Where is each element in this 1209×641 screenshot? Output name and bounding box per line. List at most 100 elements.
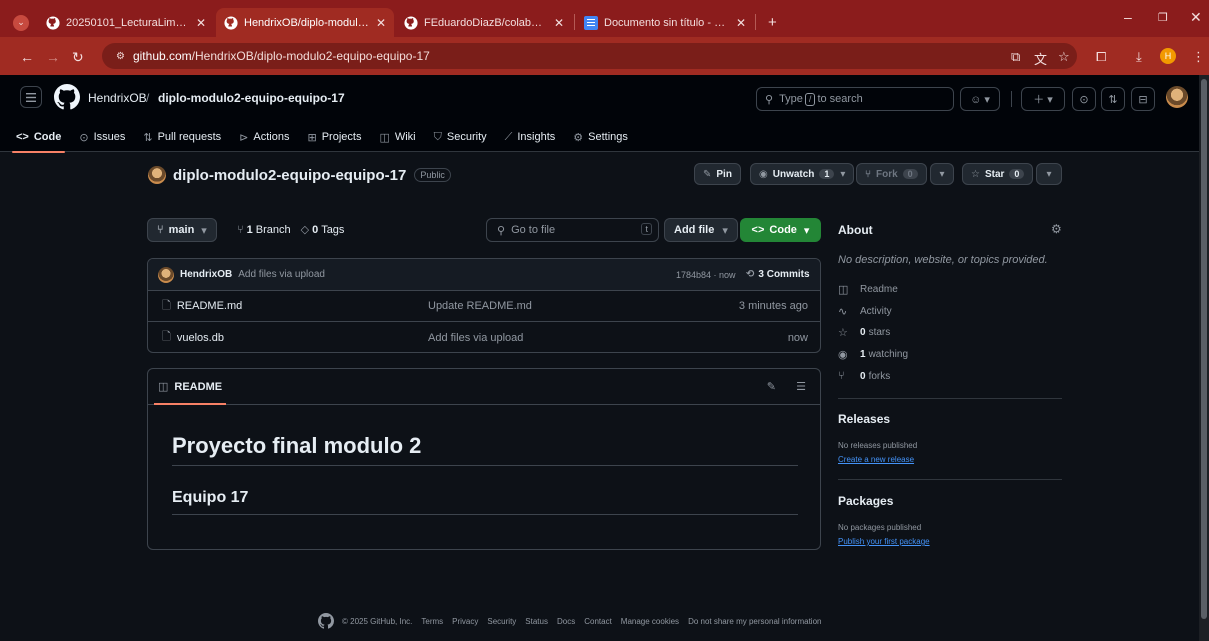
tab-actions[interactable]: ⊳ Actions	[239, 127, 289, 147]
star-count: 0	[1009, 169, 1025, 179]
star-button[interactable]: ☆ Star 0	[962, 163, 1034, 185]
github-logo-icon[interactable]	[54, 84, 80, 110]
profile-avatar[interactable]: H	[1160, 48, 1176, 64]
browser-tab-2[interactable]: HendrixOB/diplo-modulo2-equ ✕	[216, 8, 394, 37]
file-commit-message[interactable]: Update README.md	[428, 300, 532, 312]
issues-button[interactable]: ⊙	[1072, 87, 1096, 111]
tab-pull-requests[interactable]: ⇅ Pull requests	[143, 127, 221, 147]
close-window-icon[interactable]: ✕	[1190, 9, 1202, 26]
footer-link-contact[interactable]: Contact	[584, 617, 612, 626]
close-icon[interactable]: ✕	[554, 16, 564, 30]
tab-projects[interactable]: ⊞ Projects	[307, 127, 361, 147]
extensions-icon[interactable]: ⧠	[1096, 49, 1106, 65]
file-row[interactable]: 🗋 README.md Update README.md 3 minutes a…	[148, 291, 820, 322]
pin-label: Pin	[716, 168, 732, 180]
minimize-icon[interactable]: –	[1124, 9, 1132, 25]
footer-link-terms[interactable]: Terms	[421, 617, 443, 626]
create-release-link[interactable]: Create a new release	[838, 455, 914, 464]
branch-count[interactable]: 1	[247, 224, 253, 236]
commit-message[interactable]: Add files via upload	[238, 269, 325, 280]
footer-link-do-not-share[interactable]: Do not share my personal information	[688, 617, 821, 626]
scrollbar-thumb[interactable]	[1201, 79, 1207, 619]
tab-insights[interactable]: ⟋ Insights	[505, 127, 556, 147]
forks-link[interactable]: ⑂ 0 forks	[838, 370, 890, 382]
commit-hash-time[interactable]: 1784b84 · now	[676, 270, 736, 280]
stars-link[interactable]: ☆ 0 stars	[838, 326, 890, 339]
unwatch-button[interactable]: ◉ Unwatch 1 ▾	[750, 163, 855, 185]
footer-link-privacy[interactable]: Privacy	[452, 617, 478, 626]
tag-icon: ◇	[300, 224, 310, 236]
commit-author-avatar[interactable]	[158, 266, 174, 283]
repo-name[interactable]: diplo-modulo2-equipo-equipo-17	[173, 167, 406, 184]
translate-icon[interactable]: 文	[1034, 49, 1047, 68]
commits-link[interactable]: ⟲ 3 Commits	[746, 269, 810, 280]
user-avatar[interactable]	[1166, 86, 1188, 108]
list-unordered-icon[interactable]: ☰	[796, 380, 806, 393]
owner-avatar[interactable]	[148, 166, 166, 184]
bookmark-star-icon[interactable]: ☆	[1058, 49, 1070, 65]
new-tab-button[interactable]: +	[760, 8, 782, 37]
activity-link[interactable]: ∿ Activity	[838, 305, 892, 318]
close-icon[interactable]: ✕	[736, 16, 746, 30]
add-file-button[interactable]: Add file ▾	[664, 218, 738, 242]
readme-tab[interactable]: README	[174, 381, 222, 393]
watch-count: 1	[819, 169, 835, 179]
file-row[interactable]: 🗋 vuelos.db Add files via upload now	[148, 322, 820, 352]
browser-tab-3[interactable]: FEduardoDiazB/colaboracion-g ✕	[396, 8, 572, 37]
tab-issues[interactable]: ⊙ Issues	[79, 127, 125, 147]
page-scrollbar[interactable]	[1199, 75, 1209, 641]
pencil-icon[interactable]: ✎	[767, 380, 776, 393]
back-arrow-icon[interactable]: ←	[20, 49, 34, 65]
tab-settings[interactable]: ⚙ Settings	[573, 127, 628, 147]
create-new-button[interactable]: ＋ ▾	[1021, 87, 1065, 111]
close-icon[interactable]: ✕	[196, 16, 206, 30]
pin-button[interactable]: ✎ Pin	[694, 163, 741, 185]
footer-link-security[interactable]: Security	[487, 617, 516, 626]
file-name[interactable]: README.md	[177, 300, 427, 312]
github-logo-icon[interactable]	[318, 613, 334, 629]
star-dropdown-button[interactable]: ▾	[1036, 163, 1062, 185]
fork-dropdown-button[interactable]: ▾	[930, 163, 954, 185]
tab-security[interactable]: ⛉ Security	[434, 127, 487, 147]
publish-package-link[interactable]: Publish your first package	[838, 537, 930, 546]
inbox-button[interactable]: ⊟	[1131, 87, 1155, 111]
branch-label[interactable]: Branch	[256, 224, 291, 236]
copilot-button[interactable]: ☺ ▾	[960, 87, 1000, 111]
install-app-icon[interactable]: ⧉	[1011, 49, 1020, 65]
footer-link-docs[interactable]: Docs	[557, 617, 575, 626]
forward-arrow-icon[interactable]: →	[46, 49, 60, 65]
tab-wiki[interactable]: ◫ Wiki	[379, 127, 415, 147]
footer-link-status[interactable]: Status	[525, 617, 548, 626]
tab-search-button[interactable]: ⌄	[10, 8, 32, 37]
menu-icon[interactable]	[20, 86, 42, 108]
reload-icon[interactable]: ↻	[72, 49, 84, 66]
pull-requests-button[interactable]: ⇅	[1101, 87, 1125, 111]
tag-count[interactable]: 0	[312, 224, 318, 236]
go-to-file-input[interactable]: ⚲ Go to file t	[486, 218, 659, 242]
branch-select-button[interactable]: ⑂ main ▾	[147, 218, 217, 242]
file-name[interactable]: vuelos.db	[177, 332, 427, 344]
fork-button[interactable]: ⑂ Fork 0	[856, 163, 927, 185]
global-search-input[interactable]: ⚲ Type / to search	[756, 87, 954, 111]
breadcrumb-owner[interactable]: HendrixOB	[88, 91, 147, 105]
watching-link[interactable]: ◉ 1 watching	[838, 348, 908, 361]
code-button[interactable]: <> Code ▾	[740, 218, 821, 242]
tab-code[interactable]: <> Code	[11, 127, 66, 153]
file-commit-message[interactable]: Add files via upload	[428, 332, 523, 344]
packages-title[interactable]: Packages	[838, 494, 893, 508]
browser-tab-4[interactable]: Documento sin título - Docume ✕	[576, 8, 754, 37]
breadcrumb-repo[interactable]: diplo-modulo2-equipo-equipo-17	[158, 91, 345, 105]
site-info-icon[interactable]: ⚙	[116, 51, 125, 62]
readme-link[interactable]: ◫ Readme	[838, 283, 898, 296]
close-icon[interactable]: ✕	[376, 16, 386, 30]
browser-tab-1[interactable]: 20250101_LecturaLimpiezaDato ✕	[38, 8, 214, 37]
address-bar[interactable]: ⚙ github.com/HendrixOB/diplo-modulo2-equ…	[102, 43, 1077, 69]
download-icon[interactable]: ⤓	[1136, 49, 1142, 65]
tag-label[interactable]: Tags	[321, 224, 344, 236]
restore-icon[interactable]: ❐	[1158, 11, 1168, 24]
releases-title[interactable]: Releases	[838, 412, 890, 426]
footer-link-cookies[interactable]: Manage cookies	[621, 617, 679, 626]
browser-menu-icon[interactable]: ⋮	[1192, 49, 1205, 65]
gear-icon[interactable]: ⚙	[1051, 222, 1062, 236]
commit-author[interactable]: HendrixOB	[180, 269, 232, 280]
